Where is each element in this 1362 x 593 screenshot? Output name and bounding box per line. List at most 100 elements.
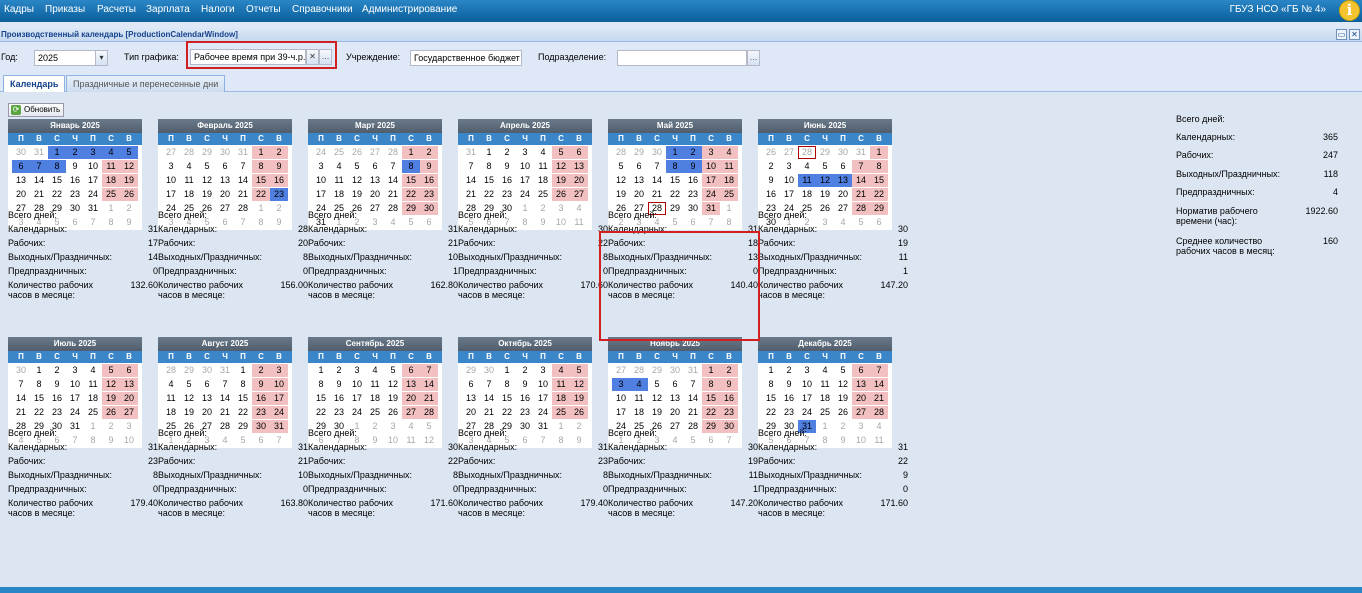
day-cell[interactable]: 6: [216, 160, 234, 173]
day-cell[interactable]: 12: [570, 378, 588, 391]
day-cell[interactable]: 27: [120, 406, 138, 419]
day-cell[interactable]: 10: [270, 378, 288, 391]
day-cell[interactable]: 22: [30, 406, 48, 419]
day-cell[interactable]: 22: [480, 188, 498, 201]
menu-item-kadry[interactable]: Кадры: [4, 4, 34, 15]
day-cell[interactable]: 3: [516, 146, 534, 159]
day-cell[interactable]: 30: [12, 146, 30, 159]
day-cell[interactable]: 19: [816, 188, 834, 201]
day-cell[interactable]: 18: [366, 392, 384, 405]
day-cell[interactable]: 23: [48, 406, 66, 419]
day-cell[interactable]: 27: [162, 146, 180, 159]
day-cell[interactable]: 16: [270, 174, 288, 187]
day-cell[interactable]: 8: [762, 378, 780, 391]
tab-calendar[interactable]: Календарь: [3, 75, 66, 93]
day-cell[interactable]: 1: [30, 364, 48, 377]
day-cell[interactable]: 19: [348, 188, 366, 201]
day-cell[interactable]: 26: [102, 406, 120, 419]
day-cell[interactable]: 3: [702, 146, 720, 159]
day-cell[interactable]: 21: [870, 392, 888, 405]
day-cell[interactable]: 21: [420, 392, 438, 405]
day-cell[interactable]: 4: [162, 378, 180, 391]
day-cell[interactable]: 24: [312, 146, 330, 159]
day-cell[interactable]: 22: [702, 406, 720, 419]
day-cell[interactable]: 23: [252, 406, 270, 419]
day-cell[interactable]: 22: [402, 188, 420, 201]
day-cell[interactable]: 18: [102, 174, 120, 187]
day-cell[interactable]: 23: [66, 188, 84, 201]
day-cell[interactable]: 18: [720, 174, 738, 187]
day-cell[interactable]: 29: [816, 146, 834, 159]
day-cell[interactable]: 14: [384, 174, 402, 187]
day-cell[interactable]: 13: [216, 174, 234, 187]
day-cell[interactable]: 16: [66, 174, 84, 187]
day-cell[interactable]: 18: [84, 392, 102, 405]
day-cell[interactable]: 6: [12, 160, 30, 173]
close-icon[interactable]: ✕: [1349, 29, 1360, 40]
day-cell[interactable]: 25: [102, 188, 120, 201]
day-cell[interactable]: 24: [84, 188, 102, 201]
day-cell[interactable]: 5: [348, 160, 366, 173]
day-cell[interactable]: 18: [162, 406, 180, 419]
day-cell[interactable]: 24: [534, 406, 552, 419]
day-cell[interactable]: 4: [180, 160, 198, 173]
restore-icon[interactable]: ▭: [1336, 29, 1347, 40]
day-cell[interactable]: 5: [102, 364, 120, 377]
refresh-button[interactable]: ⟳ Обновить: [8, 103, 65, 117]
day-cell[interactable]: 12: [834, 378, 852, 391]
day-cell[interactable]: 31: [684, 364, 702, 377]
day-cell[interactable]: 2: [420, 146, 438, 159]
day-cell[interactable]: 3: [162, 160, 180, 173]
day-cell[interactable]: 9: [498, 160, 516, 173]
day-cell[interactable]: 10: [84, 160, 102, 173]
day-cell[interactable]: 15: [666, 174, 684, 187]
day-cell[interactable]: 1: [498, 364, 516, 377]
day-cell[interactable]: 13: [834, 174, 852, 187]
day-cell[interactable]: 17: [162, 188, 180, 201]
day-cell[interactable]: 5: [384, 364, 402, 377]
day-cell[interactable]: 25: [534, 188, 552, 201]
day-cell[interactable]: 11: [102, 160, 120, 173]
day-cell[interactable]: 14: [870, 378, 888, 391]
day-cell[interactable]: 10: [702, 160, 720, 173]
day-cell[interactable]: 23: [780, 406, 798, 419]
day-cell[interactable]: 8: [702, 378, 720, 391]
day-cell[interactable]: 2: [330, 364, 348, 377]
day-cell[interactable]: 3: [270, 364, 288, 377]
day-cell[interactable]: 17: [798, 392, 816, 405]
day-cell[interactable]: 27: [402, 406, 420, 419]
day-cell[interactable]: 19: [648, 406, 666, 419]
day-cell[interactable]: 18: [330, 188, 348, 201]
day-cell[interactable]: 5: [612, 160, 630, 173]
day-cell[interactable]: 20: [666, 406, 684, 419]
day-cell[interactable]: 29: [198, 146, 216, 159]
day-cell[interactable]: 12: [120, 160, 138, 173]
day-cell[interactable]: 21: [684, 406, 702, 419]
day-cell[interactable]: 25: [84, 406, 102, 419]
day-cell[interactable]: 21: [852, 188, 870, 201]
day-cell[interactable]: 13: [570, 160, 588, 173]
day-cell[interactable]: 7: [462, 160, 480, 173]
day-cell[interactable]: 15: [30, 392, 48, 405]
day-cell[interactable]: 26: [552, 188, 570, 201]
day-cell[interactable]: 6: [366, 160, 384, 173]
day-cell[interactable]: 19: [180, 406, 198, 419]
day-cell[interactable]: 9: [516, 378, 534, 391]
day-cell[interactable]: 11: [180, 174, 198, 187]
day-cell[interactable]: 13: [630, 174, 648, 187]
day-cell[interactable]: 6: [666, 378, 684, 391]
day-cell[interactable]: 22: [48, 188, 66, 201]
day-cell[interactable]: 28: [612, 146, 630, 159]
day-cell[interactable]: 8: [48, 160, 66, 173]
day-cell[interactable]: 3: [348, 364, 366, 377]
day-cell[interactable]: 7: [234, 160, 252, 173]
day-cell[interactable]: 15: [234, 392, 252, 405]
day-cell[interactable]: 26: [120, 188, 138, 201]
day-cell[interactable]: 2: [66, 146, 84, 159]
day-cell[interactable]: 10: [348, 378, 366, 391]
info-icon[interactable]: i: [1339, 0, 1360, 21]
day-cell[interactable]: 9: [330, 378, 348, 391]
day-cell[interactable]: 6: [834, 160, 852, 173]
day-cell[interactable]: 16: [48, 392, 66, 405]
day-cell[interactable]: 2: [498, 146, 516, 159]
